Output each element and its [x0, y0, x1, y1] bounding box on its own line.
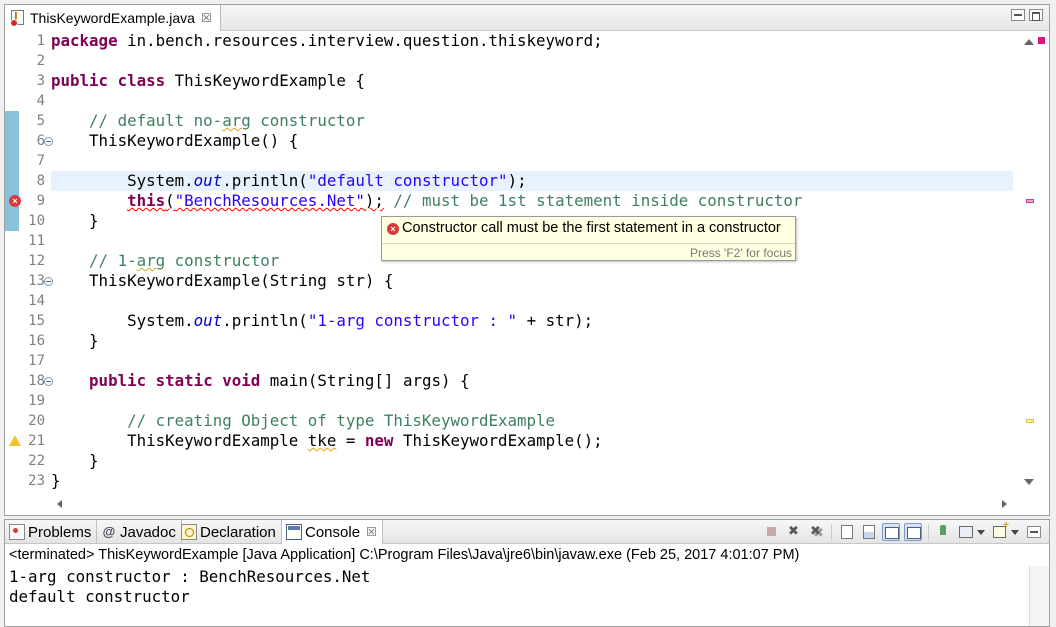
pin-console-icon[interactable]	[935, 523, 953, 541]
line-number: 23	[28, 473, 45, 489]
line-number-ruler: 1 2 3 4 5 6 7 8 9 10 11 12 13 14 15 16 1…	[19, 31, 53, 493]
tooltip-divider	[382, 243, 795, 244]
open-console-icon[interactable]: +	[991, 520, 1009, 541]
tab-label: Console	[305, 523, 361, 541]
scroll-right-icon[interactable]	[1002, 500, 1007, 508]
code-line-9: this("BenchResources.Net"); // must be 1…	[127, 191, 803, 210]
line-number: 12	[28, 253, 45, 269]
line-number: 4	[36, 93, 45, 109]
code-line-6: ThisKeywordExample() {	[89, 131, 299, 150]
overview-ruler	[1013, 31, 1049, 493]
code-line-20: // creating Object of type ThisKeywordEx…	[127, 411, 556, 430]
line-number: 3	[36, 73, 45, 89]
error-indicator-icon[interactable]	[1038, 37, 1045, 44]
line-number: 9	[36, 193, 45, 209]
scroll-lock-icon[interactable]	[860, 523, 878, 541]
line-number: 20	[28, 413, 45, 429]
tab-label: Problems	[28, 523, 92, 541]
code-line-12: // 1-arg constructor	[89, 251, 280, 270]
remove-all-terminated-icon[interactable]	[807, 523, 825, 541]
chevron-down-icon[interactable]	[977, 529, 985, 535]
console-toolbar: +	[763, 520, 1043, 541]
line-number: 13	[28, 273, 45, 289]
tooltip-message: Constructor call must be the first state…	[402, 220, 781, 236]
line-number: 1	[36, 33, 45, 49]
tab-declaration[interactable]: Declaration	[177, 520, 282, 544]
close-icon[interactable]: ☒	[366, 525, 377, 539]
scroll-up-icon[interactable]	[1024, 39, 1034, 45]
show-on-stdout-icon[interactable]	[882, 523, 900, 541]
horizontal-scrollbar[interactable]	[51, 493, 1013, 515]
minimize-button[interactable]	[1011, 9, 1025, 21]
code-line-10: }	[89, 211, 99, 230]
line-number: 11	[28, 233, 45, 249]
console-tab-bar: Problems @ Javadoc Declaration Console ☒	[5, 520, 1049, 544]
display-console-icon[interactable]	[957, 523, 975, 541]
code-line-8: System.out.println("default constructor"…	[127, 171, 527, 190]
code-line-23: }	[51, 471, 61, 490]
line-number: 10	[28, 213, 45, 229]
javadoc-icon: @	[102, 524, 116, 539]
line-number: 18	[28, 373, 45, 389]
line-number: 15	[28, 313, 45, 329]
show-on-stderr-icon[interactable]	[904, 523, 922, 541]
code-line-22: }	[89, 451, 99, 470]
code-line-21: ThisKeywordExample tke = new ThisKeyword…	[127, 431, 603, 450]
tab-label: Javadoc	[120, 523, 176, 541]
line-number: 22	[28, 453, 45, 469]
remove-launch-icon[interactable]	[785, 523, 803, 541]
error-annotation-mark[interactable]	[1026, 199, 1034, 203]
code-line-3: public class ThisKeywordExample {	[51, 71, 365, 90]
code-line-15: System.out.println("1-arg constructor : …	[127, 311, 594, 330]
tooltip-focus-hint: Press 'F2' for focus	[690, 246, 792, 260]
line-number: 17	[28, 353, 45, 369]
scroll-left-icon[interactable]	[57, 500, 62, 508]
line-number: 8	[36, 173, 45, 189]
code-line-16: }	[89, 331, 99, 350]
declaration-icon	[181, 524, 197, 540]
code-line-13: ThisKeywordExample(String str) {	[89, 271, 394, 290]
minimize-button[interactable]	[1025, 523, 1043, 541]
problems-icon	[9, 524, 25, 540]
output-line: default constructor	[9, 587, 190, 606]
line-number: 5	[36, 113, 45, 129]
tab-label: Declaration	[200, 523, 276, 541]
tab-javadoc[interactable]: @ Javadoc	[97, 520, 182, 544]
chevron-down-icon[interactable]	[1011, 529, 1019, 535]
maximize-button[interactable]	[1029, 9, 1043, 21]
vertical-scrollbar[interactable]	[1029, 566, 1049, 626]
code-line-18: public static void main(String[] args) {	[89, 371, 470, 390]
tab-problems[interactable]: Problems	[5, 520, 98, 544]
scroll-down-icon[interactable]	[1024, 479, 1034, 485]
close-icon[interactable]: ☒	[201, 11, 212, 25]
line-number: 2	[36, 53, 45, 69]
console-icon	[286, 524, 302, 540]
code-line-5: // default no-arg constructor	[89, 111, 365, 130]
tab-console[interactable]: Console ☒	[282, 520, 383, 544]
console-output[interactable]: 1-arg constructor : BenchResources.Net d…	[9, 567, 1025, 626]
code-line-1: package in.bench.resources.interview.que…	[51, 31, 603, 50]
terminate-icon[interactable]	[763, 523, 781, 541]
console-process-status: <terminated> ThisKeywordExample [Java Ap…	[9, 547, 800, 563]
line-number: 16	[28, 333, 45, 349]
editor-tab-thiskeywordexample[interactable]: ThisKeywordExample.java ☒	[5, 5, 221, 31]
editor-view-controls	[1011, 9, 1043, 21]
code-editor[interactable]: package in.bench.resources.interview.que…	[51, 31, 1013, 493]
line-number: 7	[36, 153, 45, 169]
line-number: 19	[28, 393, 45, 409]
toolbar-separator	[928, 524, 929, 540]
toolbar-separator	[831, 524, 832, 540]
line-number: 21	[28, 433, 45, 449]
line-number: 6	[36, 133, 45, 149]
error-icon: ×	[387, 223, 399, 235]
clear-console-icon[interactable]	[838, 523, 856, 541]
java-file-error-icon	[10, 10, 26, 27]
line-number: 14	[28, 293, 45, 309]
editor-tab-bar: ThisKeywordExample.java ☒	[5, 5, 1049, 31]
warning-annotation-mark[interactable]	[1026, 419, 1034, 423]
console-view: Problems @ Javadoc Declaration Console ☒	[4, 519, 1050, 627]
error-hover-tooltip: × Constructor call must be the first sta…	[381, 216, 796, 261]
output-line: 1-arg constructor : BenchResources.Net	[9, 567, 371, 586]
editor-tab-label: ThisKeywordExample.java	[30, 10, 195, 26]
